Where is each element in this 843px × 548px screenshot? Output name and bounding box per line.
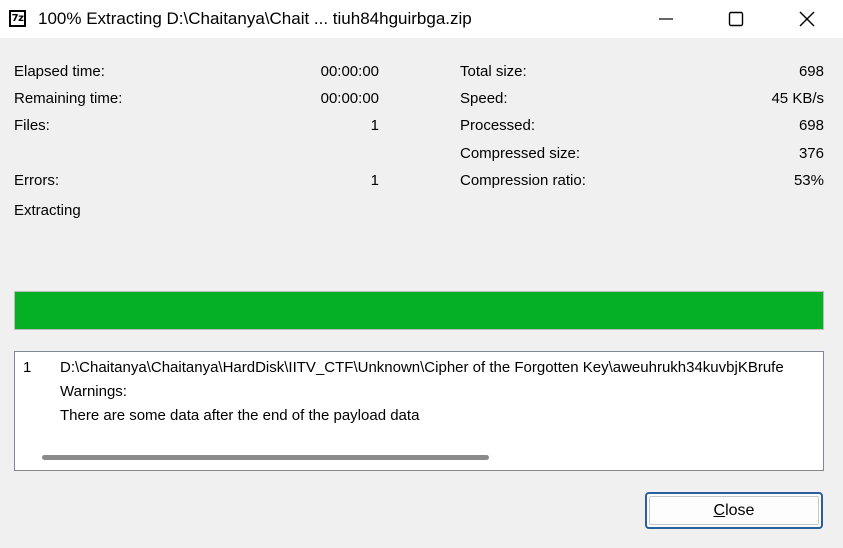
compressed-size-value: 376 [798,145,824,162]
remaining-time-label: Remaining time: [14,90,123,107]
elapsed-time-value: 00:00:00 [320,63,379,80]
title-bar[interactable]: 7z 100% Extracting D:\Chaitanya\Chait ..… [0,0,843,38]
speed-label: Speed: [460,90,508,107]
processed-label: Processed: [460,117,536,134]
errors-label: Errors: [14,172,59,189]
remaining-time-value: 00:00:00 [320,90,379,107]
operation-status: Extracting [14,202,81,219]
close-button-label: Close [713,501,755,519]
message-list[interactable]: 1 D:\Chaitanya\Chaitanya\HardDisk\IITV_C… [14,351,824,471]
scrollbar-thumb[interactable] [42,455,489,460]
total-size-label: Total size: [460,63,527,80]
maximize-icon [728,11,744,27]
total-size-value: 698 [798,63,824,80]
files-label: Files: [14,117,50,134]
message-index: 1 [23,359,32,376]
message-file-path: D:\Chaitanya\Chaitanya\HardDisk\IITV_CTF… [60,359,784,376]
close-icon [799,11,815,27]
minimize-button[interactable] [643,0,689,38]
window-close-button[interactable] [784,0,830,38]
maximize-button[interactable] [713,0,759,38]
files-value: 1 [370,117,379,134]
message-warning-heading: Warnings: [60,383,127,400]
compression-ratio-label: Compression ratio: [460,172,586,189]
compressed-size-label: Compressed size: [460,145,581,162]
errors-value: 1 [370,172,379,189]
compression-ratio-value: 53% [793,172,824,189]
horizontal-scrollbar[interactable] [15,443,823,470]
7zip-app-icon[interactable]: 7z [9,10,26,27]
speed-value: 45 KB/s [771,90,824,107]
window-title: 100% Extracting D:\Chaitanya\Chait ... t… [38,9,472,28]
message-warning-text: There are some data after the end of the… [60,407,420,424]
processed-value: 698 [798,117,824,134]
minimize-icon [659,18,673,20]
progress-bar [14,291,824,330]
progress-bar-fill [15,292,823,329]
close-button[interactable]: Close [645,492,823,529]
elapsed-time-label: Elapsed time: [14,63,105,80]
